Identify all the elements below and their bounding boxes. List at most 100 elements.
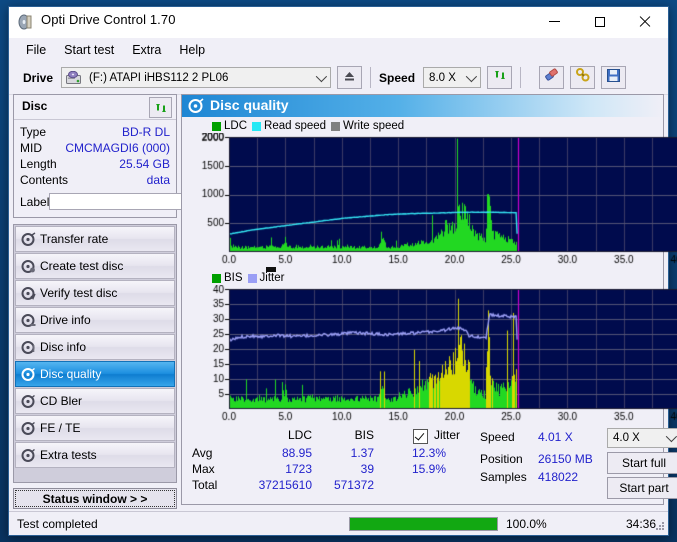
- speed-label: Speed: [379, 70, 416, 85]
- legend-label: BIS: [224, 272, 243, 284]
- disc-icon: [16, 421, 40, 436]
- legend-swatch: [212, 273, 221, 283]
- start-part-button[interactable]: Start part: [607, 477, 677, 499]
- maximize-button[interactable]: [577, 7, 622, 36]
- sidebar-item-extra-tests[interactable]: Extra tests: [15, 442, 175, 468]
- refresh-button[interactable]: [487, 66, 513, 89]
- disc-panel-title: Disc: [22, 99, 48, 113]
- disc-refresh-button[interactable]: [149, 97, 172, 118]
- legend-swatch: [331, 121, 341, 131]
- eject-icon: [343, 69, 356, 87]
- sidebar-item-drive-info[interactable]: Drive info: [15, 307, 175, 333]
- stats-row-max-bis: 39: [360, 462, 374, 476]
- chevron-down-icon: [465, 70, 478, 83]
- samples-stat-label: Samples: [480, 470, 527, 484]
- disc-icon: [16, 367, 40, 382]
- stats-row-total-bis: 571372: [333, 478, 374, 492]
- minimize-button[interactable]: [532, 7, 577, 36]
- disc-field-type-label: Type: [20, 125, 47, 139]
- sidebar-item-fe-te[interactable]: FE / TE: [15, 415, 175, 441]
- close-icon: [639, 16, 651, 28]
- menu-item-help[interactable]: Help: [170, 41, 214, 59]
- sidebar-item-disc-info[interactable]: Disc info: [15, 334, 175, 360]
- disc-quality-panel: Disc quality LDC Read speed Write speed: [181, 94, 677, 505]
- status-message: Test completed: [17, 516, 98, 531]
- disc-field-length-label: Length: [20, 157, 57, 171]
- eraser-icon: [544, 68, 559, 87]
- status-window-button[interactable]: Status window > >: [13, 488, 177, 509]
- refresh-icon: [493, 68, 507, 87]
- sidebar-item-label: CD Bler: [40, 394, 83, 408]
- start-full-button[interactable]: Start full: [607, 452, 677, 474]
- disc-label-input[interactable]: [49, 193, 200, 210]
- tools-button[interactable]: [570, 66, 596, 89]
- sidebar-item-label: Disc info: [40, 340, 87, 354]
- legend-item-jitter: Jitter: [247, 272, 285, 284]
- test-speed-select[interactable]: 4.0 X: [607, 428, 677, 448]
- jitter-label: Jitter: [434, 428, 461, 442]
- disc-field-mid-label: MID: [20, 141, 42, 155]
- drive-select[interactable]: (F:) ATAPI iHBS112 2 PL06: [61, 67, 332, 88]
- stats-row-max-ldc: 1723: [285, 462, 312, 476]
- disc-label-caption: Label: [20, 194, 50, 209]
- stats-row-total-label: Total: [192, 478, 218, 492]
- disc-field-type: Type BD-R DL: [20, 124, 170, 140]
- legend-item-bis: BIS: [212, 272, 243, 284]
- chart-top-legend: LDC Read speed Write speed: [182, 119, 663, 133]
- disc-icon: [16, 313, 40, 328]
- stats-row-total-ldc: 37215610: [258, 478, 312, 492]
- toolbar-separator-2: [520, 67, 522, 88]
- disc-icon: [16, 286, 40, 301]
- left-sidebar: Disc Type BD-R DL MID CMCMAGDI6 (000) Le…: [13, 94, 221, 509]
- sidebar-item-transfer-rate[interactable]: Transfer rate: [15, 226, 175, 252]
- legend-swatch: [247, 273, 257, 283]
- speed-stat-label: Speed: [480, 430, 515, 444]
- speed-select[interactable]: 8.0 X: [423, 67, 482, 88]
- nav-filler: [15, 469, 175, 481]
- app-window: Opti Drive Control 1.70 File Start test …: [8, 6, 677, 536]
- sidebar-item-disc-quality[interactable]: Disc quality: [15, 361, 175, 387]
- stats-header-ldc: LDC: [287, 428, 312, 442]
- disc-field-length-value: 25.54 GB: [119, 157, 170, 171]
- stats-row-avg-ldc: 88.95: [281, 446, 312, 460]
- stats-header-bis: BIS: [354, 428, 374, 442]
- window-title: Opti Drive Control 1.70: [41, 12, 176, 27]
- sidebar-item-create-test-disc[interactable]: Create test disc: [15, 253, 175, 279]
- disc-icon: [16, 448, 40, 463]
- menu-item-start-test[interactable]: Start test: [55, 41, 123, 59]
- test-speed-value: 4.0 X: [613, 432, 640, 444]
- toolbar: Drive (F:) ATAPI iHBS112 2 PL06 Speed 8.…: [9, 61, 668, 95]
- drive-label: Drive: [23, 70, 54, 85]
- disc-quality-icon: [188, 98, 204, 119]
- disc-panel-body: Type BD-R DL MID CMCMAGDI6 (000) Length …: [14, 120, 221, 217]
- eject-button[interactable]: [337, 66, 363, 89]
- sidebar-item-label: FE / TE: [40, 421, 81, 435]
- save-button[interactable]: [601, 66, 627, 89]
- disc-quality-header: Disc quality: [182, 95, 663, 117]
- legend-item-read-speed: Read speed: [252, 120, 326, 132]
- erase-button[interactable]: [539, 66, 565, 89]
- sidebar-item-verify-test-disc[interactable]: Verify test disc: [15, 280, 175, 306]
- legend-item-ldc: LDC: [212, 120, 247, 132]
- legend-label: LDC: [224, 120, 248, 132]
- disc-icon: [16, 259, 40, 274]
- disc-panel: Disc Type BD-R DL MID CMCMAGDI6 (000) Le…: [13, 94, 221, 218]
- status-bar: Test completed 100.0% 34:36: [9, 511, 668, 535]
- main-content: Disc Type BD-R DL MID CMCMAGDI6 (000) Le…: [9, 94, 677, 509]
- sidebar-item-label: Extra tests: [40, 448, 97, 462]
- progress-bar-fill: [350, 517, 497, 530]
- sidebar-item-cd-bler[interactable]: CD Bler: [15, 388, 175, 414]
- sidebar-item-label: Verify test disc: [40, 286, 118, 300]
- close-button[interactable]: [622, 7, 667, 36]
- legend-label: Jitter: [259, 272, 285, 284]
- disc-icon: [16, 231, 40, 247]
- stats-row-avg-bis: 1.37: [350, 446, 374, 460]
- position-stat-label: Position: [480, 452, 523, 466]
- chart-bottom: [182, 285, 677, 425]
- jitter-checkbox[interactable]: [413, 429, 428, 444]
- menu-item-file[interactable]: File: [17, 41, 55, 59]
- sidebar-item-label: Transfer rate: [40, 232, 109, 246]
- resize-grip[interactable]: [655, 522, 665, 532]
- position-stat-value: 26150 MB: [538, 452, 593, 466]
- menu-item-extra[interactable]: Extra: [123, 41, 170, 59]
